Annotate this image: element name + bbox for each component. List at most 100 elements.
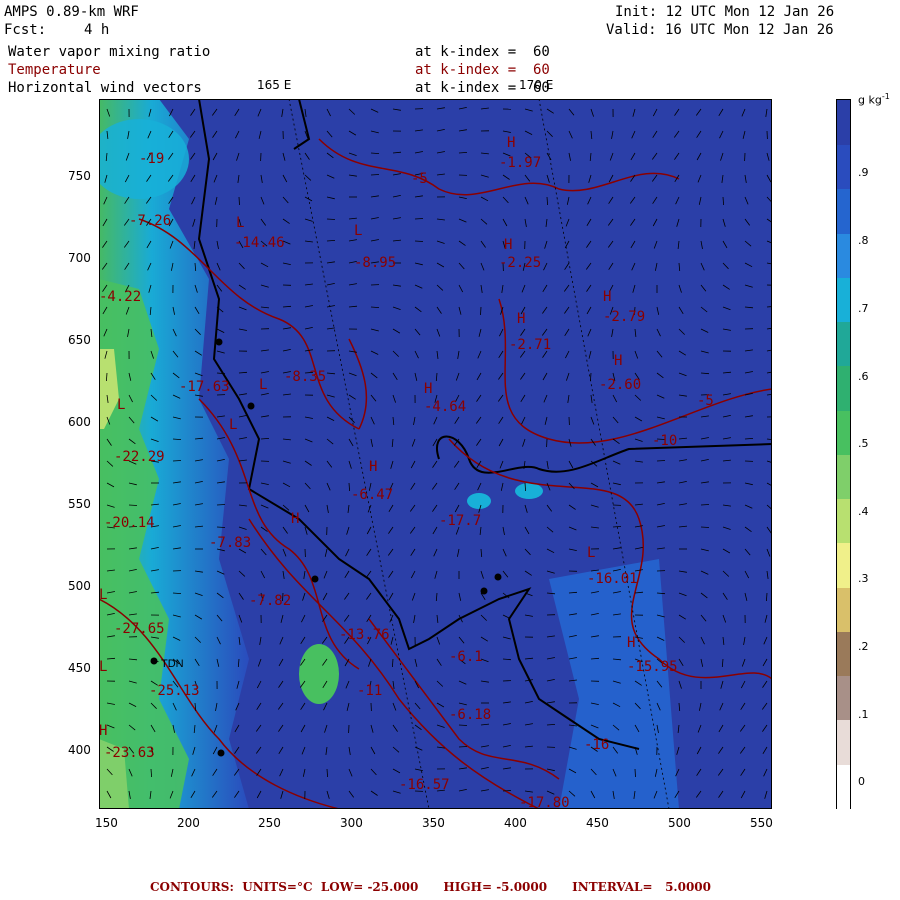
x-tick-label: 350 — [422, 816, 445, 830]
contour-value-label: -2.71 — [509, 337, 551, 353]
x-tick-label: 200 — [177, 816, 200, 830]
contour-value-label: -22.29 — [114, 449, 165, 465]
contour-value-label: -6.1 — [449, 649, 483, 665]
map-svg: -5 -1.97 -2.25 -2.79 -2.71 -2.60 -5 -10 -14.46 -8… — [99, 99, 772, 809]
colorbar-segment — [837, 631, 850, 676]
wind-vector — [700, 526, 710, 528]
longitude-label-170e: 170 E — [519, 78, 554, 92]
y-tick-label: 450 — [68, 661, 91, 675]
colorbar-label: .9 — [858, 166, 869, 179]
high-low-marker: H — [517, 311, 525, 327]
contour-value-label: -7.82 — [249, 593, 291, 609]
wind-vector — [128, 504, 138, 506]
x-tick-label: 550 — [750, 816, 773, 830]
high-low-marker: L — [236, 215, 244, 231]
contour-value-label: -19 — [139, 151, 164, 167]
wind-vector — [458, 746, 468, 748]
high-low-marker: L — [99, 587, 107, 603]
contour-value-label: -13.76 — [339, 627, 390, 643]
contour-value-label: -17.80 — [519, 795, 570, 809]
contour-value-label: -1.97 — [499, 155, 541, 171]
high-low-marker: H — [614, 353, 622, 369]
y-tick-label: 650 — [68, 333, 91, 347]
moist-patch-south — [299, 644, 339, 704]
map-plot: -5 -1.97 -2.25 -2.79 -2.71 -2.60 -5 -10 -14.46 -8… — [99, 99, 772, 809]
x-tick-label: 500 — [668, 816, 691, 830]
y-tick-label: 750 — [68, 169, 91, 183]
contour-value-label: -16.01 — [587, 571, 638, 587]
y-tick-label: 550 — [68, 497, 91, 511]
colorbar-label: .4 — [858, 505, 869, 518]
contour-value-label: -5 — [697, 393, 714, 409]
contour-value-label: -7.83 — [209, 535, 251, 551]
contour-info-footer: CONTOURS: UNITS=°C LOW= -25.000 HIGH= -5… — [150, 880, 712, 894]
colorbar-segment — [837, 100, 850, 145]
model-title: AMPS 0.89-km WRF — [4, 4, 139, 20]
colorbar-label: .8 — [858, 234, 869, 247]
contour-value-label: -11 — [357, 683, 382, 699]
high-low-marker: H — [507, 135, 515, 151]
contour-value-label: -7.26 — [129, 213, 171, 229]
high-low-marker: H — [291, 511, 299, 527]
colorbar-segment — [837, 498, 850, 544]
colorbar-label: .3 — [858, 572, 869, 585]
colorbar-label: .7 — [858, 302, 869, 315]
valid-time: Valid: 16 UTC Mon 12 Jan 26 — [606, 22, 834, 38]
place-label-tdn: TDN — [161, 658, 184, 670]
field-name-wind: Horizontal wind vectors — [8, 80, 202, 96]
contour-value-label: -8.95 — [354, 255, 396, 271]
colorbar-label: .6 — [858, 370, 869, 383]
wind-vector — [480, 306, 482, 316]
y-tick-label: 500 — [68, 579, 91, 593]
contour-value-label: -2.60 — [599, 377, 641, 393]
forecast-label: Fcst: — [4, 22, 47, 38]
colorbar-segment — [837, 454, 850, 499]
colorbar-segment — [837, 586, 850, 632]
colorbar-segment — [837, 719, 850, 765]
y-tick-label: 600 — [68, 415, 91, 429]
wind-vector — [634, 768, 636, 778]
wind-vector — [172, 460, 182, 462]
longitude-label-165e: 165 E — [257, 78, 292, 92]
moist-patch-center — [467, 493, 491, 509]
colorbar-segment — [837, 365, 850, 411]
colorbar-unit: g kg-1 — [858, 92, 890, 107]
y-tick-label: 700 — [68, 251, 91, 265]
wind-vector — [414, 240, 424, 242]
colorbar-segment — [837, 542, 850, 588]
contour-value-label: -6.18 — [449, 707, 491, 723]
wind-vector — [216, 526, 226, 528]
colorbar-segment — [837, 144, 850, 190]
high-low-marker: H — [424, 381, 432, 397]
high-low-marker: L — [259, 377, 267, 393]
x-tick-label: 450 — [586, 816, 609, 830]
y-tick-label: 400 — [68, 743, 91, 757]
x-tick-label: 300 — [340, 816, 363, 830]
contour-value-label: -4.64 — [424, 399, 466, 415]
high-low-marker: H — [627, 635, 635, 651]
x-tick-label: 400 — [504, 816, 527, 830]
wind-vector — [238, 196, 240, 206]
forecast-hours: 4 h — [84, 22, 110, 38]
wind-vector — [216, 504, 226, 506]
contour-value-label: -2.25 — [499, 255, 541, 271]
high-low-marker: L — [117, 397, 125, 413]
contour-value-label: -10 — [652, 433, 677, 449]
high-low-marker: L — [99, 659, 107, 675]
field-name-temperature: Temperature — [8, 62, 101, 78]
colorbar-label: .1 — [858, 708, 869, 721]
colorbar-label: .2 — [858, 640, 869, 653]
moist-patch-east — [515, 483, 543, 499]
contour-value-label: -27.65 — [114, 621, 165, 637]
contour-value-label: -16 — [584, 737, 609, 753]
contour-value-label: -20.14 — [104, 515, 155, 531]
high-low-marker: H — [603, 289, 611, 305]
contour-value-label: -8.35 — [284, 369, 326, 385]
init-time: Init: 12 UTC Mon 12 Jan 26 — [615, 4, 835, 20]
wind-vector — [370, 174, 380, 176]
colorbar-segment — [837, 232, 850, 278]
contour-value-label: -2.79 — [603, 309, 645, 325]
colorbar-segment — [837, 321, 850, 367]
high-low-marker: L — [354, 223, 362, 239]
colorbar-label: .5 — [858, 437, 869, 450]
